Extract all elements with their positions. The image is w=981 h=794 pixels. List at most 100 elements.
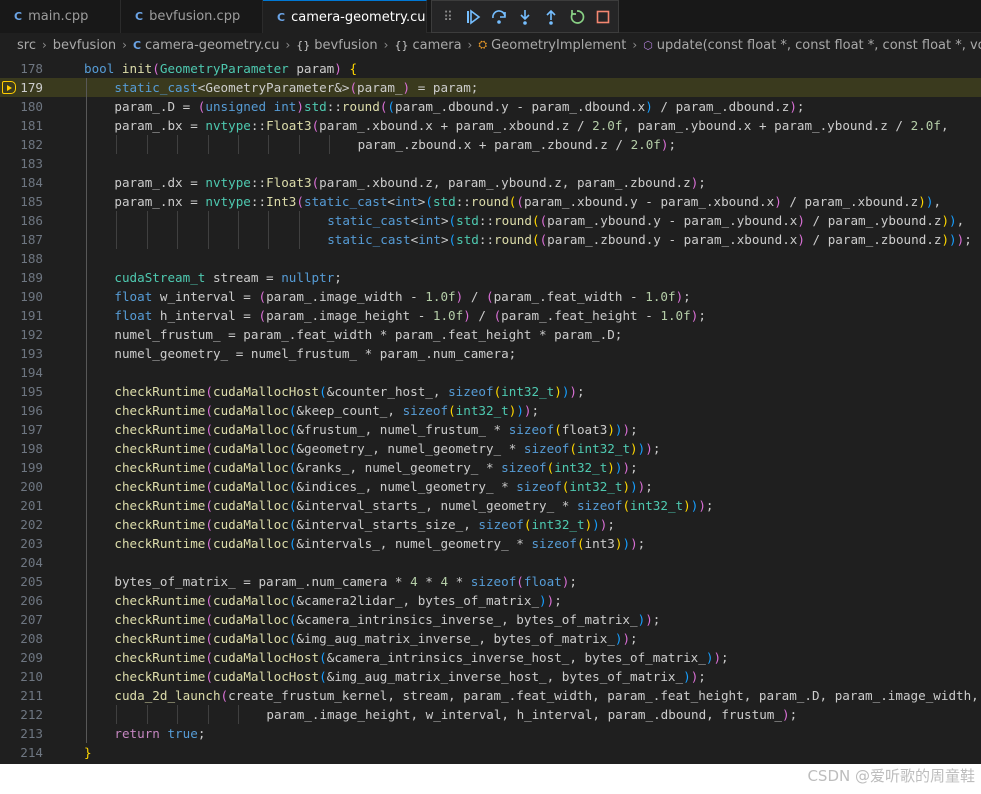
code-token: ) [614, 422, 623, 437]
code-line[interactable]: 180 param_.D = (unsigned int)std::round((… [0, 97, 981, 116]
code-line[interactable]: 199 checkRuntime(cudaMalloc(&ranks_, nume… [0, 458, 981, 477]
breadcrumb-item[interactable]: camera-geometry.cu [145, 38, 279, 53]
code-token: checkRuntime [114, 441, 206, 456]
code-text: cudaStream_t stream = nullptr; [114, 268, 342, 287]
line-number: 186 [20, 213, 43, 228]
code-line[interactable]: 193 numel_geometry_ = numel_frustum_ * pa… [0, 344, 981, 363]
indent-guide [86, 610, 87, 629]
code-token: ( [531, 213, 540, 228]
indent-guide [86, 97, 87, 116]
code-token: ) [949, 232, 957, 247]
code-token: checkRuntime [114, 422, 206, 437]
code-token: ) [698, 498, 706, 513]
code-token: param_.xbound.x + param_.xbound.z / [319, 118, 593, 133]
breadcrumb-item[interactable]: GeometryImplement [491, 38, 626, 53]
code-line[interactable]: 184 param_.dx = nvtype::Float3(param_.xbo… [0, 173, 981, 192]
code-line[interactable]: 190 float w_interval = (param_.image_widt… [0, 287, 981, 306]
code-line[interactable]: 211 cuda_2d_launch(create_frustum_kernel,… [0, 686, 981, 705]
code-text: checkRuntime(cudaMalloc(&keep_count_, si… [114, 401, 539, 420]
code-line[interactable]: 205 bytes_of_matrix_ = param_.num_camera … [0, 572, 981, 591]
code-token: stream = [205, 270, 282, 285]
line-number: 199 [20, 460, 43, 475]
code-line[interactable]: 178 bool init(GeometryParameter param) { [0, 59, 981, 78]
code-token: checkRuntime [114, 669, 206, 684]
code-line[interactable]: 182 param_.zbound.x + param_.zbound.z / 2… [0, 135, 981, 154]
code-line[interactable]: 191 float h_interval = (param_.image_heig… [0, 306, 981, 325]
continue-icon[interactable] [464, 7, 482, 27]
code-token: GeometryParameter [159, 61, 289, 76]
code-token: ( [205, 384, 213, 399]
code-line[interactable]: 198 checkRuntime(cudaMalloc(&geometry_, n… [0, 439, 981, 458]
code-line[interactable]: 186 static_cast<int>(std::round((param_.y… [0, 211, 981, 230]
code-token: < [387, 194, 395, 209]
code-line[interactable]: 196 checkRuntime(cudaMalloc(&keep_count_,… [0, 401, 981, 420]
step-over-icon[interactable] [490, 7, 508, 27]
line-number: 187 [20, 232, 43, 247]
indent-guide [86, 192, 87, 211]
code-token: :: [455, 194, 471, 209]
stop-icon[interactable] [594, 7, 612, 27]
code-area[interactable]: 178 bool init(GeometryParameter param) {1… [0, 59, 981, 762]
step-into-icon[interactable] [516, 7, 534, 27]
code-token: cudaMallocHost [212, 669, 320, 684]
restart-icon[interactable] [568, 7, 586, 27]
code-token: ) [713, 650, 722, 665]
code-token: sizeof [448, 384, 494, 399]
line-number: 197 [20, 422, 43, 437]
code-line[interactable]: 206 checkRuntime(cudaMalloc(&camera2lidar… [0, 591, 981, 610]
code-line[interactable]: 188 [0, 249, 981, 268]
code-token: unsigned int [205, 99, 297, 114]
code-line[interactable]: 207 checkRuntime(cudaMalloc(&camera_intri… [0, 610, 981, 629]
code-token: checkRuntime [114, 479, 206, 494]
code-line[interactable]: 210 checkRuntime(cudaMallocHost(&img_aug_… [0, 667, 981, 686]
breadcrumb-item[interactable]: camera [412, 38, 461, 53]
breadcrumb-item[interactable]: bevfusion [53, 38, 116, 53]
code-token: int32_t [630, 498, 684, 513]
line-number: 198 [20, 441, 43, 456]
code-token: std [432, 194, 456, 209]
grip-icon[interactable]: ⠿ [438, 7, 456, 27]
code-line[interactable]: 202 checkRuntime(cudaMalloc(&interval_sta… [0, 515, 981, 534]
tab-bevfusion-cpp[interactable]: C bevfusion.cpp [121, 0, 263, 33]
breadcrumb-item[interactable]: bevfusion [314, 38, 377, 53]
code-line[interactable]: 189 cudaStream_t stream = nullptr; [0, 268, 981, 287]
code-line[interactable]: 194 [0, 363, 981, 382]
indent-guide [86, 648, 87, 667]
code-token: ) [402, 80, 411, 95]
code-line[interactable]: 209 checkRuntime(cudaMallocHost(&camera_i… [0, 648, 981, 667]
code-token: &camera_intrinsics_inverse_host_, bytes_… [326, 650, 706, 665]
code-line[interactable]: 201 checkRuntime(cudaMalloc(&interval_sta… [0, 496, 981, 515]
breadcrumb-item[interactable]: src [17, 38, 36, 53]
indent-guide [86, 382, 87, 401]
code-token: return [114, 726, 168, 741]
indent-guide [86, 458, 87, 477]
tab-main-cpp[interactable]: C main.cpp [0, 0, 121, 33]
code-line[interactable]: 204 [0, 553, 981, 572]
code-line[interactable]: 203 checkRuntime(cudaMalloc(&intervals_, … [0, 534, 981, 553]
code-token: , [933, 194, 942, 209]
line-number: 208 [20, 631, 43, 646]
chevron-right-icon: › [285, 38, 291, 52]
code-line[interactable]: 192 numel_frustum_ = param_.feat_width * … [0, 325, 981, 344]
code-line[interactable]: 213 return true; [0, 724, 981, 743]
code-line[interactable]: 212 param_.image_height, w_interval, h_in… [0, 705, 981, 724]
code-line[interactable]: 197 checkRuntime(cudaMalloc(&frustum_, nu… [0, 420, 981, 439]
code-line[interactable]: 214} [0, 743, 981, 762]
code-token: ; [698, 308, 706, 323]
code-token: float [114, 289, 153, 304]
code-text: checkRuntime(cudaMallocHost(&counter_hos… [114, 382, 584, 401]
code-line[interactable]: 181 param_.bx = nvtype::Float3(param_.xbo… [0, 116, 981, 135]
code-token: 1.0f [425, 289, 456, 304]
code-line[interactable]: 200 checkRuntime(cudaMalloc(&indices_, nu… [0, 477, 981, 496]
code-line[interactable]: 183 [0, 154, 981, 173]
code-token: int [418, 232, 441, 247]
line-number: 193 [20, 346, 43, 361]
code-line[interactable]: 208 checkRuntime(cudaMalloc(&img_aug_matr… [0, 629, 981, 648]
tab-camera-geometry-cu[interactable]: C camera-geometry.cu × [263, 0, 446, 33]
code-line[interactable]: 185 param_.nx = nvtype::Int3(static_cast<… [0, 192, 981, 211]
step-out-icon[interactable] [542, 7, 560, 27]
code-line[interactable]: 179 static_cast<GeometryParameter&>(param… [0, 78, 981, 97]
breadcrumb-item[interactable]: update(const float *, const float *, con… [657, 38, 981, 53]
code-line[interactable]: 195 checkRuntime(cudaMallocHost(&counter_… [0, 382, 981, 401]
code-line[interactable]: 187 static_cast<int>(std::round((param_.z… [0, 230, 981, 249]
